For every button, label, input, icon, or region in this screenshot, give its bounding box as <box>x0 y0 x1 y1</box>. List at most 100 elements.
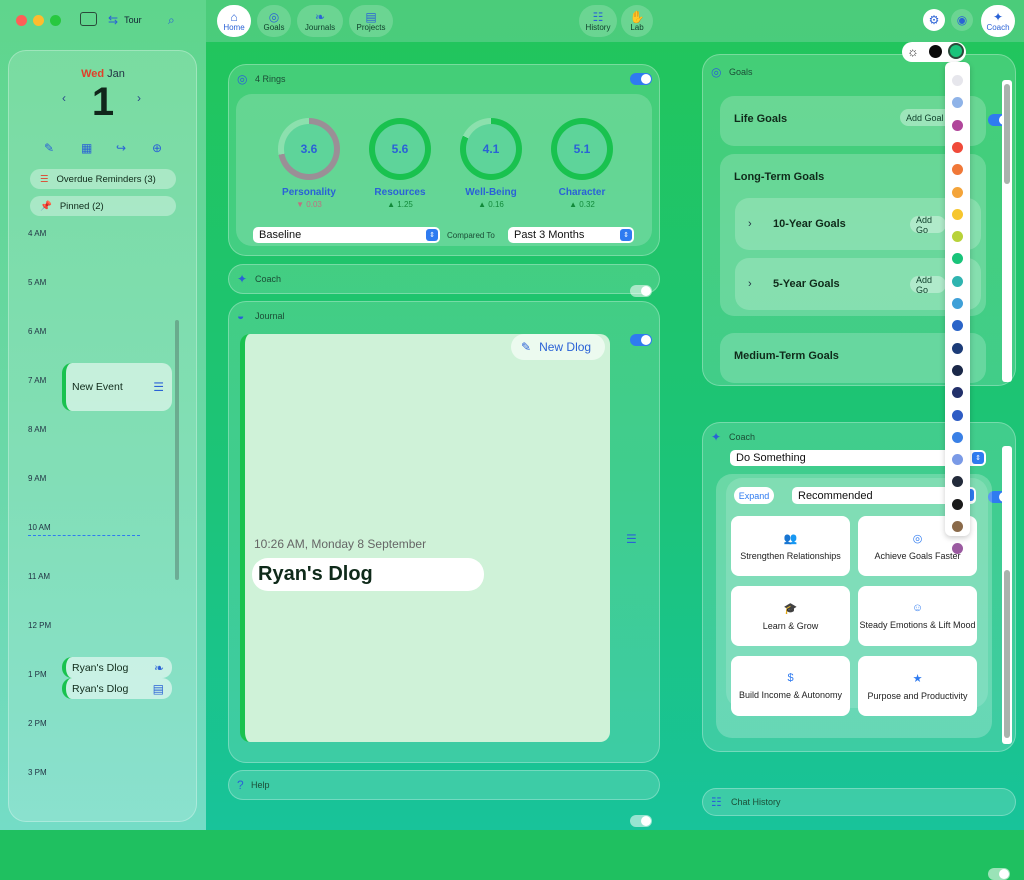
people-card[interactable]: 👥 Strengthen Relationships <box>731 516 850 576</box>
event-dlog[interactable]: Ryan's Dlog ❧ <box>62 657 172 678</box>
expand-button[interactable]: Expand <box>734 487 774 504</box>
history-tab[interactable]: ☷ History <box>579 5 617 37</box>
hour-label: 7 AM <box>28 376 47 385</box>
ten-year-goals-label: 10-Year Goals <box>773 218 846 230</box>
chevron-updown-icon: ⇕ <box>426 229 438 241</box>
color-swatch[interactable] <box>952 208 963 220</box>
coach-button[interactable]: ✦ Coach <box>981 5 1015 37</box>
pin-icon: 📌 <box>40 200 52 212</box>
home-tab[interactable]: ⌂ Home <box>217 5 251 37</box>
calendar-icon[interactable]: ▦ <box>81 142 92 154</box>
color-swatch[interactable] <box>952 298 963 309</box>
tour-button[interactable]: ⇆ Tour <box>108 10 158 30</box>
help-icon: ? <box>237 778 244 792</box>
color-swatch[interactable] <box>952 364 963 376</box>
new-dlog-button[interactable]: ✎ New Dlog <box>511 334 605 360</box>
color-swatch[interactable] <box>952 141 963 153</box>
period-select[interactable]: Past 3 Months ⇕ <box>508 227 634 243</box>
journal-title: Journal <box>255 311 285 321</box>
dark-mode-swatch[interactable] <box>929 45 942 58</box>
projects-tab[interactable]: ▤ Projects <box>349 5 393 37</box>
card-label: Steady Emotions & Lift Mood <box>859 620 976 630</box>
share-icon[interactable]: ↪ <box>116 142 126 154</box>
color-swatch[interactable] <box>952 275 963 287</box>
previous-day-icon[interactable]: ‹ <box>62 92 66 104</box>
goals-tab[interactable]: ◎ Goals <box>257 5 291 37</box>
color-swatch[interactable] <box>952 498 963 510</box>
add-goal-button[interactable]: Add Go <box>910 215 946 235</box>
lab-tab[interactable]: ✋ Lab <box>621 5 653 37</box>
help-panel <box>228 770 660 800</box>
scrollbar[interactable] <box>175 320 179 580</box>
journal-icon: ◒ <box>237 309 245 323</box>
event-dlog[interactable]: Ryan's Dlog ▤ <box>62 678 172 699</box>
sidebar-toggle-icon[interactable] <box>80 12 97 26</box>
overdue-reminders-button[interactable]: ☰ Overdue Reminders (3) <box>30 169 176 189</box>
journal-entry-title[interactable]: Ryan's Dlog <box>252 558 484 591</box>
help-toggle[interactable] <box>630 815 652 827</box>
ring-well-being[interactable]: 4.1 <box>460 118 522 180</box>
color-swatch[interactable] <box>952 186 963 198</box>
hour-label: 6 AM <box>28 327 47 336</box>
star-card[interactable]: ★ Purpose and Productivity <box>858 656 977 716</box>
hour-label: 12 PM <box>28 621 52 630</box>
ring-resources[interactable]: 5.6 <box>369 118 431 180</box>
chevron-right-icon[interactable]: › <box>748 278 752 290</box>
ring-value: 3.6 <box>284 124 334 174</box>
green-theme-swatch[interactable] <box>948 43 964 59</box>
calendar-panel <box>8 50 197 822</box>
chat-history-toggle[interactable] <box>988 868 1010 880</box>
smile-card[interactable]: ☺ Steady Emotions & Lift Mood <box>858 586 977 646</box>
chevron-right-icon[interactable]: › <box>748 218 752 230</box>
hour-label: 4 AM <box>28 229 47 238</box>
search-icon[interactable]: ⌕ <box>168 14 175 26</box>
profile-button[interactable]: ◉ <box>951 9 973 31</box>
leaf-icon: ❧ <box>153 660 164 675</box>
coach-panel-toggle[interactable] <box>630 285 652 297</box>
ring-value: 4.1 <box>466 124 516 174</box>
hour-label: 9 AM <box>28 474 47 483</box>
ring-label: Personality <box>282 187 336 198</box>
hour-label: 1 PM <box>28 670 47 679</box>
color-swatch[interactable] <box>952 431 963 443</box>
settings-button[interactable]: ⚙ <box>923 9 945 31</box>
chevron-updown-icon: ⇕ <box>972 452 984 464</box>
pinned-button[interactable]: 📌 Pinned (2) <box>30 196 176 216</box>
graduation-cap-card[interactable]: 🎓 Learn & Grow <box>731 586 850 646</box>
ring-delta: ▼ 0.03 <box>296 200 322 209</box>
compose-icon[interactable]: ✎ <box>44 142 54 154</box>
color-swatch[interactable] <box>952 119 963 131</box>
ring-personality[interactable]: 3.6 <box>278 118 340 180</box>
color-swatch[interactable] <box>952 75 963 86</box>
zoom-icon[interactable]: ⊕ <box>152 142 162 154</box>
ring-character[interactable]: 5.1 <box>551 118 613 180</box>
color-swatch[interactable] <box>952 342 963 354</box>
life-goals-label: Life Goals <box>734 113 788 125</box>
journals-tab[interactable]: ❧ Journals <box>297 5 343 37</box>
card-label: Achieve Goals Faster <box>874 550 961 561</box>
color-swatch[interactable] <box>952 409 963 421</box>
star-icon: ★ <box>912 672 923 685</box>
scrollbar-thumb[interactable] <box>1004 570 1010 738</box>
dollar-card[interactable]: $ Build Income & Autonomy <box>731 656 850 716</box>
tour-icon: ⇆ <box>108 13 119 27</box>
hour-label: 11 AM <box>28 572 51 581</box>
ring-delta: ▲ 0.32 <box>569 200 595 209</box>
rings-toggle[interactable] <box>630 73 652 85</box>
target-icon: ◎ <box>237 72 248 86</box>
sun-icon[interactable]: ☼ <box>907 44 919 59</box>
scrollbar-thumb[interactable] <box>1004 84 1010 184</box>
graduation-cap-icon: 🎓 <box>783 602 798 615</box>
next-day-icon[interactable]: › <box>137 92 141 104</box>
baseline-select[interactable]: Baseline ⇕ <box>253 227 440 243</box>
people-icon: 👥 <box>783 532 798 545</box>
journal-toggle[interactable] <box>630 334 652 346</box>
add-goal-button[interactable]: Add Go <box>910 275 946 295</box>
close-window-button[interactable] <box>16 15 27 26</box>
checklist-icon[interactable]: ☰ <box>626 533 637 545</box>
minimize-window-button[interactable] <box>33 15 44 26</box>
hour-label: 3 PM <box>28 768 47 777</box>
event-new[interactable]: New Event ☰ <box>62 363 172 411</box>
maximize-window-button[interactable] <box>50 15 61 26</box>
color-swatch[interactable] <box>952 521 963 532</box>
